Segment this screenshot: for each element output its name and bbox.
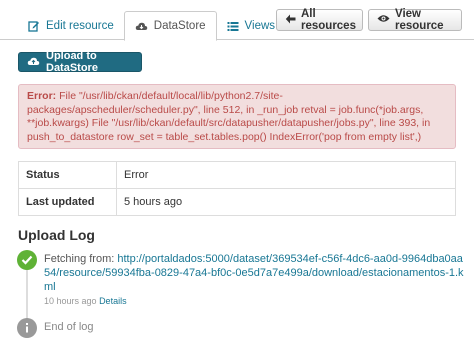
all-resources-button[interactable]: All resources (276, 8, 363, 32)
status-value: Error (116, 161, 456, 189)
error-message: File "/usr/lib/ckan/default/local/lib/py… (27, 90, 431, 143)
tab-datastore-label: DataStore (153, 20, 206, 32)
table-row: Status Error (18, 161, 456, 189)
tab-edit-resource-label: Edit resource (46, 20, 114, 32)
log-entry-meta: 10 hours ago Details (44, 296, 127, 306)
log-entry-time: 10 hours ago (44, 296, 97, 306)
tab-datastore[interactable]: DataStore (123, 11, 217, 41)
tab-views[interactable]: Views (217, 12, 285, 40)
log-entry: Fetching from: http://portaldados:5000/d… (44, 252, 464, 294)
arrow-left-icon (285, 14, 296, 27)
status-key: Status (18, 161, 117, 189)
end-of-log: End of log (44, 321, 94, 333)
tab-views-label: Views (244, 20, 276, 32)
last-updated-value: 5 hours ago (116, 188, 456, 216)
edit-icon (28, 20, 40, 32)
view-resource-button[interactable]: View resource (368, 8, 462, 32)
list-icon (227, 21, 239, 32)
error-label: Error: (27, 90, 57, 102)
cloud-icon (135, 21, 148, 32)
upload-to-datastore-label: Upload to DataStore (46, 50, 98, 74)
resource-tabs: Edit resource DataStore Views (18, 10, 285, 41)
cloud-upload-icon (27, 56, 40, 69)
details-link[interactable]: Details (99, 296, 127, 306)
last-updated-key: Last updated (18, 188, 117, 216)
upload-log-title: Upload Log (18, 227, 95, 243)
view-resource-label: View resource (395, 8, 444, 32)
log-entry-prefix: Fetching from: (44, 253, 118, 265)
tab-edit-resource[interactable]: Edit resource (18, 12, 124, 40)
end-of-log-icon (17, 318, 37, 338)
status-table: Status Error Last updated 5 hours ago (18, 161, 456, 216)
upload-to-datastore-button[interactable]: Upload to DataStore (18, 50, 142, 74)
all-resources-label: All resources (301, 8, 356, 32)
error-alert: Error: File "/usr/lib/ckan/default/local… (18, 84, 456, 149)
eye-icon (377, 14, 390, 26)
checkmark-icon (17, 250, 37, 270)
table-row: Last updated 5 hours ago (18, 188, 456, 216)
